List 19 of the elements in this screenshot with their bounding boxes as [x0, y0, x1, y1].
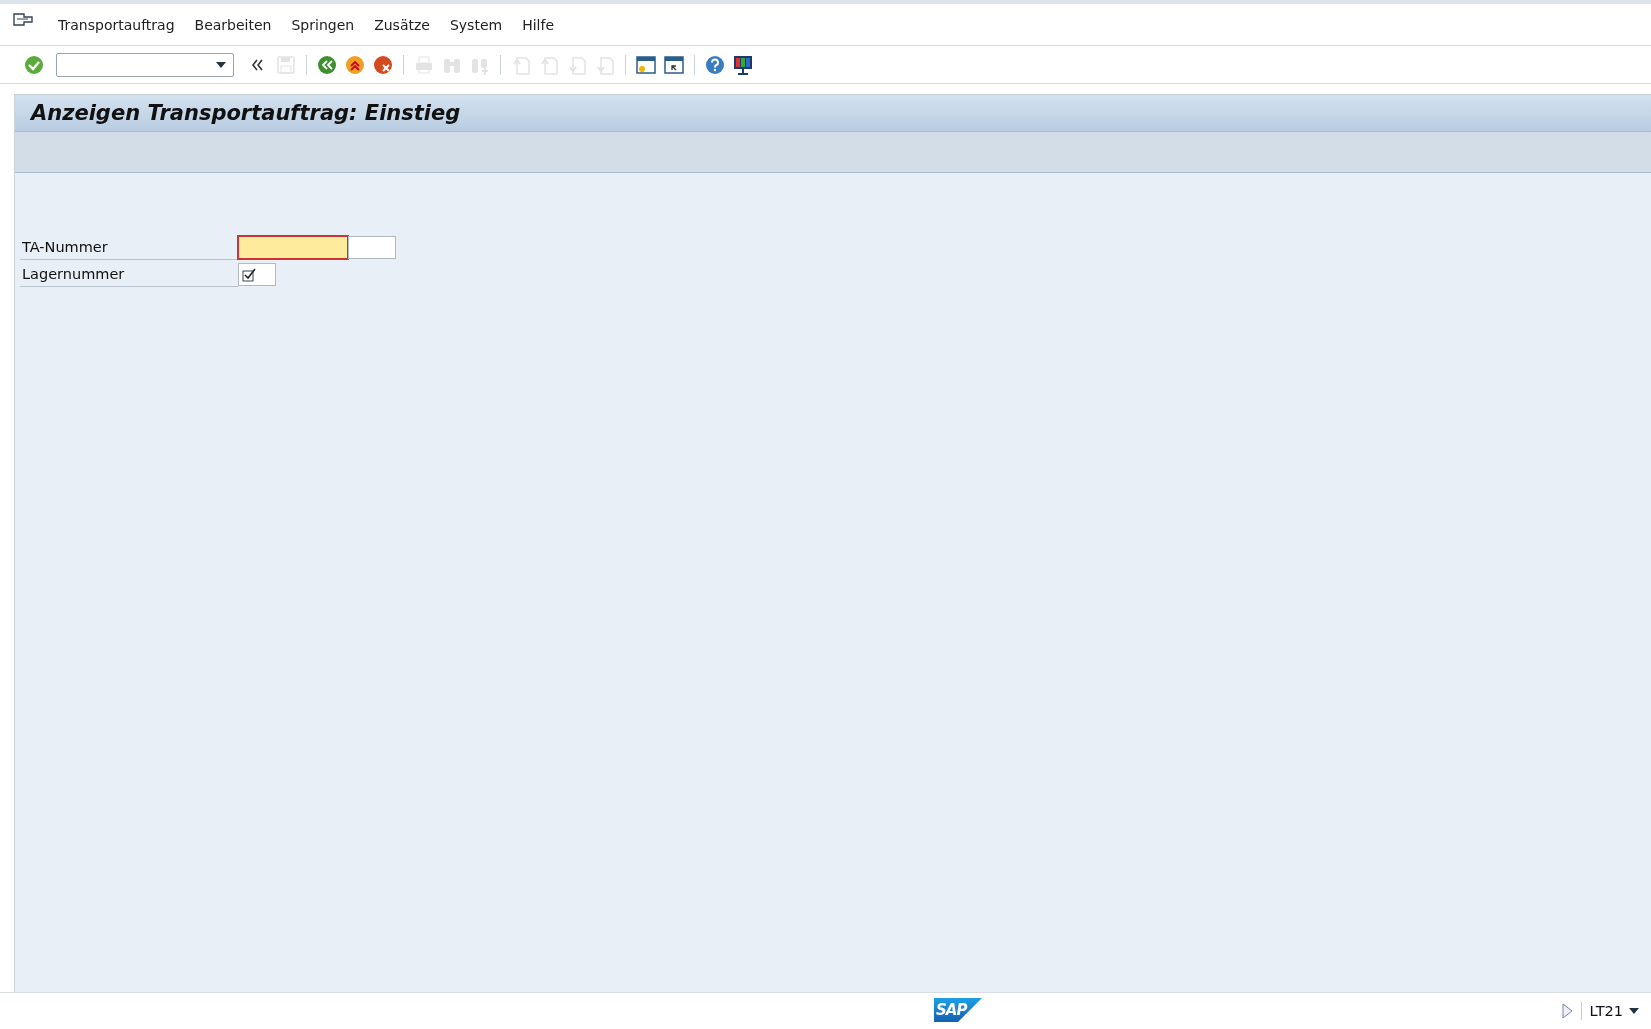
play-icon[interactable] — [1560, 1003, 1573, 1019]
menu-item[interactable]: System — [439, 16, 513, 33]
logo-text: SAP — [936, 1001, 967, 1019]
field-label: Lagernummer — [20, 262, 238, 287]
checkbox-field[interactable] — [238, 263, 276, 286]
checkbox-icon[interactable] — [242, 267, 256, 282]
input-field[interactable] — [348, 236, 396, 259]
command-field[interactable] — [56, 52, 234, 77]
menu-item[interactable]: Zusätze — [364, 16, 440, 33]
screen-title: Anzeigen Transportauftrag: Einstieg — [15, 95, 1651, 132]
menu-item[interactable]: Springen — [281, 16, 365, 33]
menu-item[interactable]: Hilfe — [512, 16, 564, 33]
input-field[interactable] — [238, 236, 348, 259]
dropdown-caret-icon[interactable] — [1629, 1008, 1639, 1014]
menu-item[interactable]: Transportauftrag — [48, 16, 185, 33]
logo-background — [934, 998, 982, 1022]
dropdown-caret-icon[interactable] — [215, 60, 227, 69]
transaction-code[interactable]: LT21 — [1580, 1002, 1645, 1020]
menu-item[interactable]: Bearbeiten — [184, 16, 282, 33]
